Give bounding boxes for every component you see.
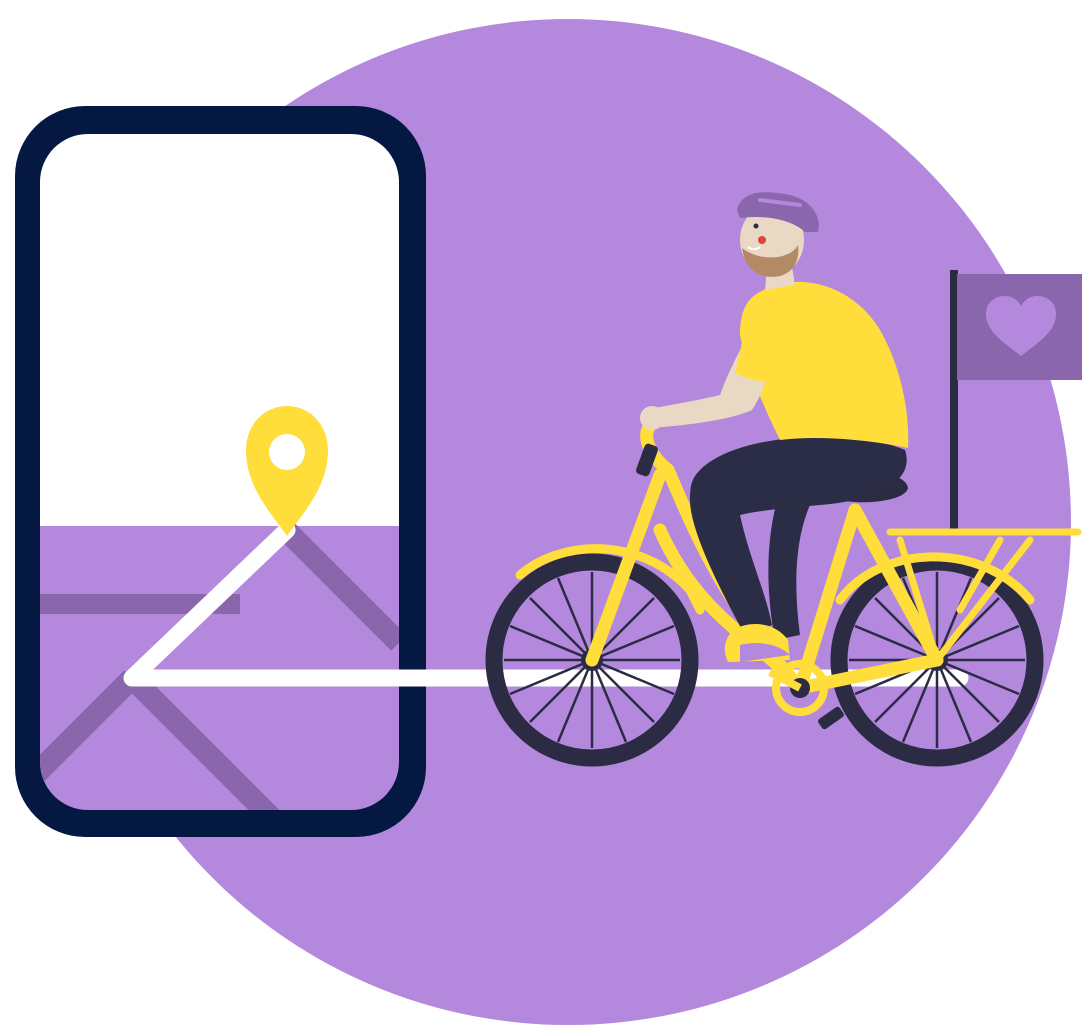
smartphone-icon bbox=[15, 106, 426, 837]
phone-screen bbox=[40, 134, 399, 810]
illustration-stage bbox=[0, 0, 1086, 1033]
cyclist-route-illustration bbox=[15, 19, 1082, 1025]
